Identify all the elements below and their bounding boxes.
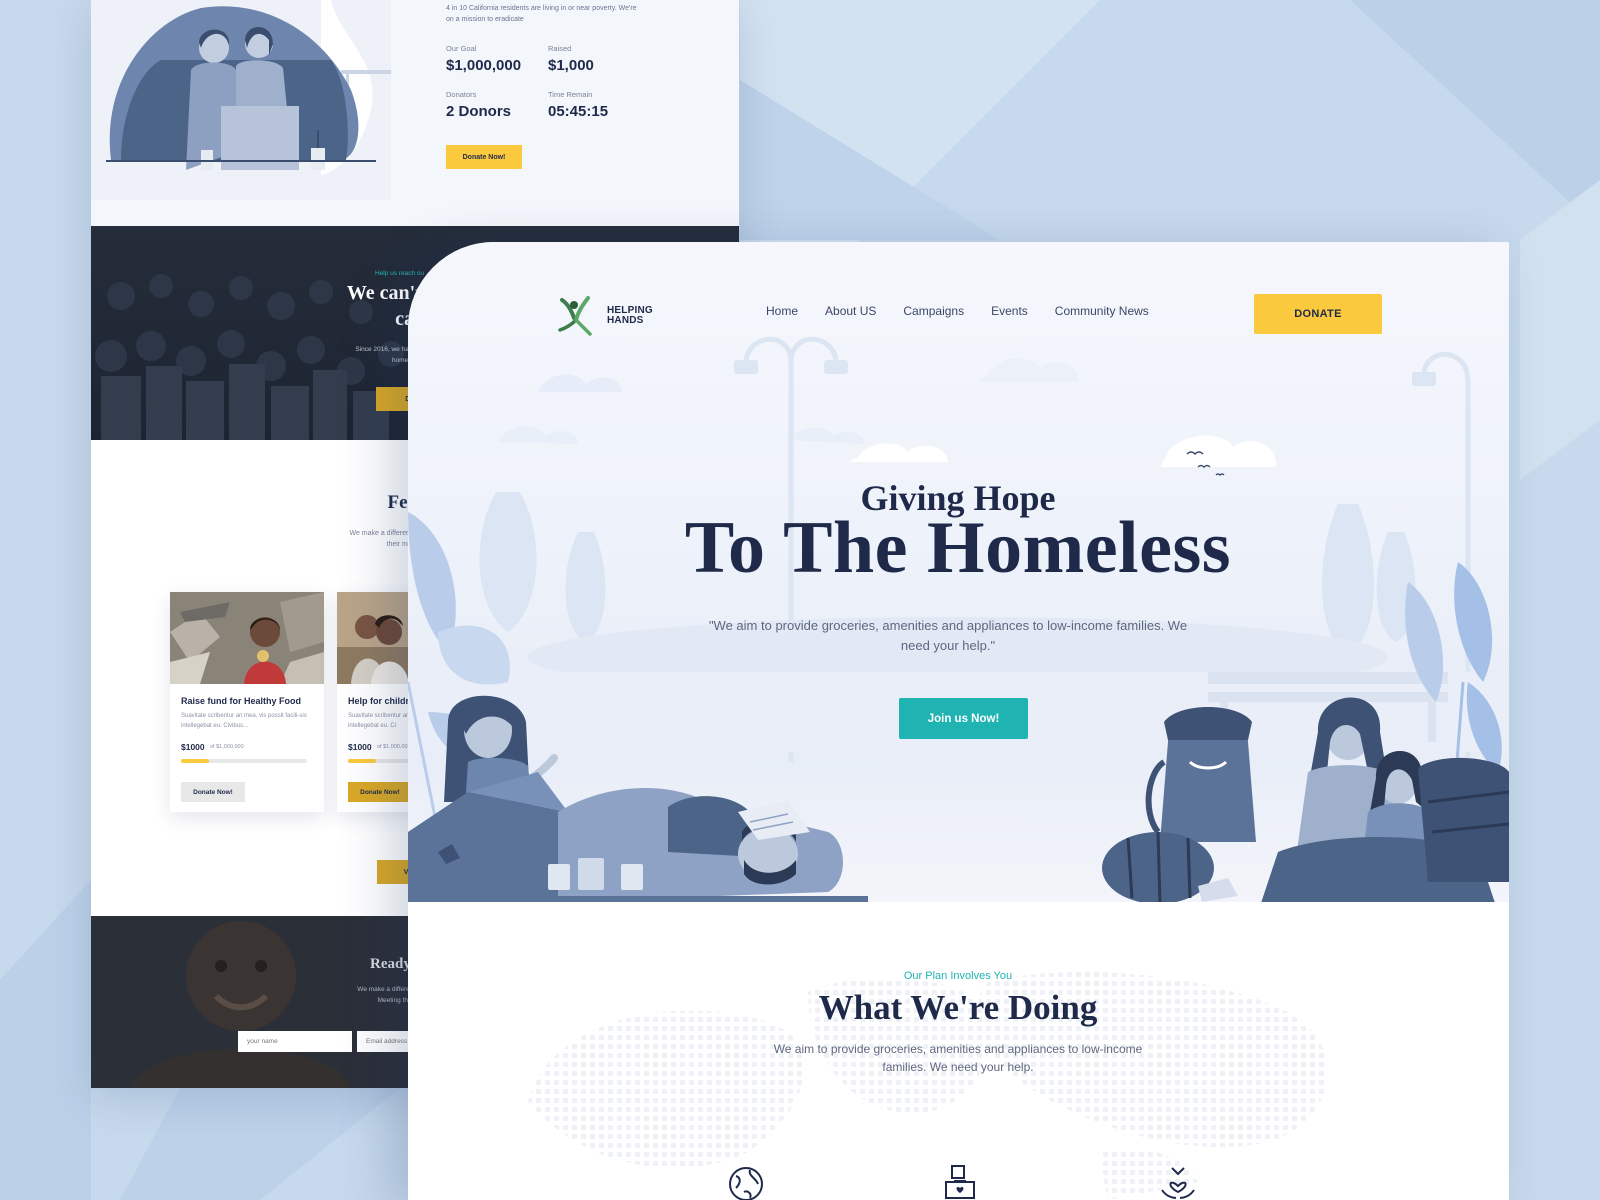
text-line: We aim to provide groceries, amenities a… [773, 1042, 1143, 1056]
logo-icon [558, 296, 592, 336]
section-title: What We're Doing [818, 988, 1098, 1027]
nav-item-home[interactable]: Home [766, 304, 798, 322]
campaign-title: Raise fund for Healthy Food [181, 696, 302, 706]
campaign-title: Help for childr [348, 696, 410, 706]
stat-value: 05:45:15 [548, 103, 609, 120]
campaign-photo [170, 592, 324, 684]
donate-button[interactable]: DONATE [1254, 294, 1382, 334]
progress-fill [181, 759, 209, 763]
quote-line: need your help." [900, 638, 996, 653]
join-us-button[interactable]: Join us Now! [899, 698, 1028, 739]
stat-goal: Our Goal $1,000,000 [446, 44, 546, 74]
hero-quote: "We aim to provide groceries, amenities … [678, 616, 1218, 656]
stat-raised: Raised $1,000 [548, 44, 648, 74]
stat-label: Time Remain [548, 90, 593, 99]
back-hero-section: 4 in 10 California residents are living … [91, 0, 739, 226]
stat-label: Our Goal [446, 44, 477, 53]
nav-item-campaigns[interactable]: Campaigns [903, 304, 964, 322]
logo-text: HELPING HANDS [607, 306, 653, 326]
progress-fill [348, 759, 376, 763]
globe-icon [729, 1167, 763, 1200]
back-donate-now-button[interactable]: Donate Now! [446, 145, 522, 169]
homeless-people-left-illustration [408, 695, 868, 902]
campaign-progress-bar [181, 759, 307, 763]
logo-line: HANDS [607, 315, 644, 326]
stat-value: 2 Donors [446, 103, 512, 120]
campaign-donate-button[interactable]: Donate Now! [348, 782, 412, 802]
campaign-raised: $1000 [348, 742, 372, 752]
campaign-goal: of $1,000,000 [210, 744, 244, 750]
nav-item-events[interactable]: Events [991, 304, 1028, 322]
hero-section: HELPING HANDS Home About US Campaigns Ev… [408, 242, 1509, 912]
stat-value: $1,000,000 [446, 57, 522, 74]
text-line: families. We need your help. [882, 1060, 1034, 1074]
campaign-goal: of $1,000,00 [377, 744, 408, 750]
quote-line: "We aim to provide groceries, amenities … [708, 618, 1188, 633]
couple-illustration [91, 0, 391, 200]
section-kicker: Our Plan Involves You [903, 970, 1013, 982]
donation-box-icon [945, 1165, 975, 1199]
campaign-description: Suavitate scribentur an mea, vis possit … [181, 713, 307, 729]
front-page: HELPING HANDS Home About US Campaigns Ev… [408, 242, 1509, 1200]
campaign-card[interactable]: Raise fund for Healthy Food Suavitate sc… [170, 592, 324, 812]
main-navigation: Home About US Campaigns Events Community… [766, 304, 1176, 322]
campaign-raised: $1000 [181, 742, 205, 752]
campaign-donate-button[interactable]: Donate Now! [181, 782, 245, 802]
what-were-doing-section: Our Plan Involves You What We're Doing W… [408, 902, 1509, 1200]
section-text: We aim to provide groceries, amenities a… [738, 1040, 1178, 1076]
stat-label: Donators [446, 90, 477, 99]
stat-value: $1,000 [548, 57, 594, 74]
hero-title: To The Homeless [684, 507, 1232, 589]
heart-hands-icon [1161, 1167, 1195, 1199]
nav-item-community-news[interactable]: Community News [1055, 304, 1149, 322]
nav-item-about-us[interactable]: About US [825, 304, 876, 322]
stat-time-remain: Time Remain 05:45:15 [548, 90, 648, 120]
stat-donators: Donators 2 Donors [446, 90, 546, 120]
name-input[interactable] [238, 1031, 352, 1052]
helping-hands-logo[interactable]: HELPING HANDS [554, 294, 674, 340]
back-intro-text: 4 in 10 California residents are living … [446, 5, 637, 23]
stat-label: Raised [548, 44, 572, 53]
homeless-people-right-illustration [1102, 697, 1509, 912]
